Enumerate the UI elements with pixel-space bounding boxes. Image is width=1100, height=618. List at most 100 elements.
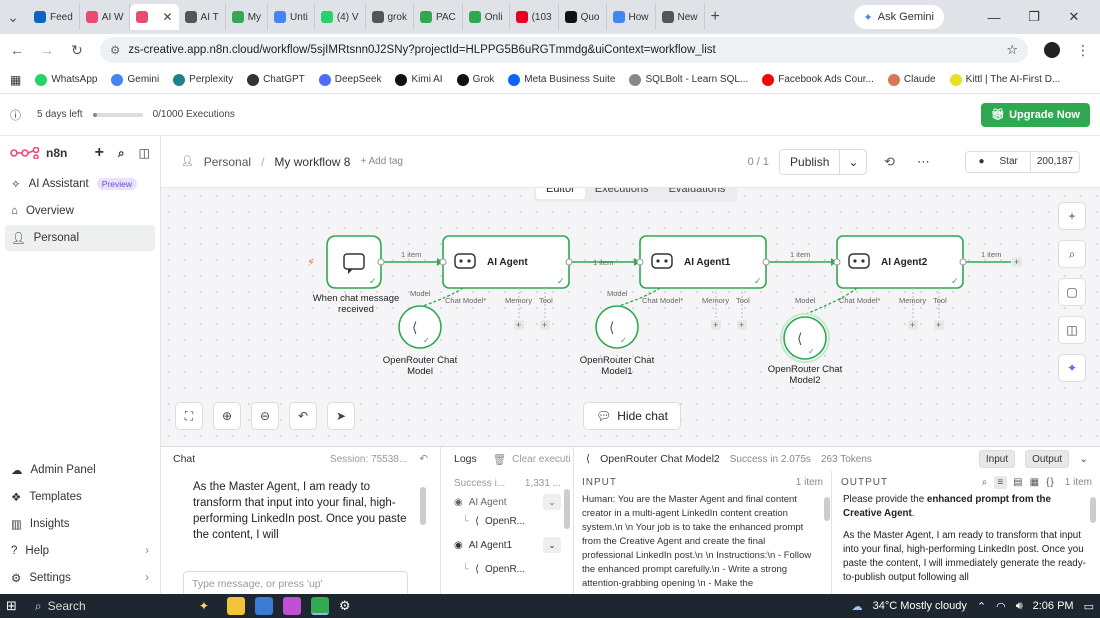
sidebar-item-ai-assistant[interactable]: ✧ AI Assistant Preview [5,171,155,197]
bookmark-item[interactable]: ChatGPT [247,73,305,86]
browser-tab[interactable]: Onli [463,4,510,30]
reset-session-icon[interactable]: ↶ [419,453,428,465]
trash-icon[interactable]: 🗑︎ [493,453,506,466]
workflow-canvas[interactable]: ✓ ⚡ ✓ ✓ ✓ + + + + + + + ⟨ ✓ ⟨ ✓ ⟨ ✓ Edit… [161,188,1100,446]
back-icon[interactable]: ← [10,42,24,58]
more-options-icon[interactable]: ⋯ [911,154,935,170]
undo-icon[interactable]: ↶ [289,402,317,430]
add-icon[interactable]: + [95,144,104,162]
hide-chat-button[interactable]: 💬︎ Hide chat [583,402,681,430]
apps-grid-icon[interactable]: ▦ [10,73,21,87]
chevron-up-icon[interactable]: ⌃ [977,600,986,613]
browser-tab[interactable]: How [607,4,656,30]
bookmark-item[interactable]: Facebook Ads Cour... [762,73,874,86]
history-icon[interactable]: ⟲ [877,154,901,170]
chevron-down-icon[interactable]: ⌄ [543,494,561,510]
forward-icon[interactable]: → [40,42,54,58]
url-field[interactable]: ⚙ zs-creative.app.n8n.cloud/workflow/5sj… [100,37,1028,63]
output-scrollbar[interactable] [1090,497,1096,523]
add-node-icon[interactable]: + [1058,202,1086,230]
panel-toggle-icon[interactable]: ◫ [1058,316,1086,344]
clear-execution-button[interactable]: Clear executi [512,454,570,465]
sidebar-item-overview[interactable]: ⌂ Overview [5,198,155,224]
input-scrollbar[interactable] [824,497,830,521]
sticky-note-icon[interactable]: ▢ [1058,278,1086,306]
breadcrumb-project[interactable]: Personal [204,155,251,169]
bookmark-star-icon[interactable]: ☆ [1006,42,1018,58]
chat-scrollbar[interactable] [420,487,426,525]
close-window-icon[interactable]: ✕ [1054,9,1094,25]
chevron-down-icon[interactable]: ⌄ [839,148,866,175]
log-row-ai-agent[interactable]: ◉ AI Agent ⌄ [442,494,573,510]
file-explorer-icon[interactable] [226,597,245,615]
browser-tab[interactable]: Quo [559,4,607,30]
browser-tab[interactable]: AI W [80,4,131,30]
browser-tab[interactable]: ✕ [130,4,179,30]
sidebar-item-templates[interactable]: ❖ Templates [5,484,155,510]
notification-icon[interactable]: ▭ [1084,600,1094,613]
tab-editor[interactable]: Editor [536,188,585,199]
model-node-1[interactable]: ⟨ ✓ [595,305,639,349]
sidebar-item-settings[interactable]: ⚙ Settings › [5,565,155,591]
workflow-name[interactable]: My workflow 8 [274,155,350,169]
github-star-button[interactable]: ● Star 200,187 [965,150,1080,173]
tab-evaluations[interactable]: Evaluations [659,188,736,199]
new-tab-icon[interactable]: + [711,8,720,26]
input-toggle-button[interactable]: Input [978,450,1016,468]
sidebar-item-insights[interactable]: ▥ Insights [5,511,155,537]
sidebar-item-help[interactable]: ? Help › [5,538,155,564]
close-tab-icon[interactable]: ✕ [162,10,172,24]
fit-view-icon[interactable]: ⛶ [175,402,203,430]
publish-button[interactable]: Publish [780,155,839,169]
bookmark-item[interactable]: WhatsApp [35,73,97,86]
ask-gemini-button[interactable]: ✦ Ask Gemini [853,5,944,29]
bookmark-item[interactable]: Gemini [111,73,159,86]
view-json-icon[interactable]: {} [1046,477,1055,488]
bookmark-item[interactable]: SQLBolt - Learn SQL... [629,73,748,86]
view-schema-icon[interactable]: ▦ [1030,477,1040,488]
tab-executions[interactable]: Executions [585,188,659,199]
bookmark-item[interactable]: Claude [887,73,936,86]
sidebar-item-personal[interactable]: 👤︎ Personal [5,225,155,251]
search-icon[interactable]: ⌕ [982,477,989,488]
browser-tab[interactable]: My [226,4,269,30]
site-info-icon[interactable]: ⚙ [110,43,120,57]
log-row-openrouter[interactable]: └ ⟨ OpenR... [442,509,573,533]
log-row-ai-agent1[interactable]: ◉ AI Agent1 ⌄ [442,533,573,557]
chat-input[interactable]: Type message, or press 'up' [183,571,408,595]
bookmark-item[interactable]: Meta Business Suite [508,73,615,86]
browser-menu-icon[interactable]: ⋮ [1076,42,1090,59]
search-nodes-icon[interactable]: ⌕ [1058,240,1086,268]
profile-avatar[interactable] [1044,42,1060,58]
upgrade-now-button[interactable]: 🎁︎ Upgrade Now [981,102,1090,127]
taskbar-search[interactable]: ⌕ Search ✦ [27,596,217,616]
search-icon[interactable]: ⌕ [118,146,125,161]
browser-tab[interactable]: grok [366,4,414,30]
windows-start-icon[interactable]: ⊞ [6,598,17,614]
browser-tab[interactable]: (4) V [315,4,366,30]
bookmark-item[interactable]: Kimi AI [395,73,443,86]
browser-tab[interactable]: (103 [510,4,559,30]
photos-icon[interactable] [254,597,273,615]
add-subnode-buttons[interactable]: + + + + + + [514,320,944,330]
collapse-sidebar-icon[interactable]: ◫ [139,146,150,160]
chevron-down-icon[interactable]: ⌄ [1079,453,1088,465]
browser-tab[interactable]: PAC [414,4,463,30]
add-tag-button[interactable]: + Add tag [360,156,403,167]
zoom-out-icon[interactable]: ⊖ [251,402,279,430]
minimize-icon[interactable]: — [974,10,1014,25]
tidy-up-icon[interactable]: ➤ [327,402,355,430]
browser-tab[interactable]: AI T [179,4,226,30]
volume-icon[interactable]: 🔊︎ [1016,600,1023,613]
view-table-icon[interactable]: ▤ [1013,477,1023,488]
output-port[interactable] [377,258,385,266]
reload-icon[interactable]: ↻ [70,42,84,59]
ai-sparkle-icon[interactable]: ✦ [1058,354,1086,382]
view-text-icon[interactable]: ≡ [994,475,1008,489]
browser-tab[interactable]: Feed [28,4,80,30]
browser-tab[interactable]: Unti [268,4,315,30]
settings-gear-icon[interactable]: ⚙ [339,598,351,614]
restore-icon[interactable]: ❐ [1014,9,1054,25]
browser-tab[interactable]: New [656,4,705,30]
bookmark-item[interactable]: DeepSeek [318,73,381,86]
